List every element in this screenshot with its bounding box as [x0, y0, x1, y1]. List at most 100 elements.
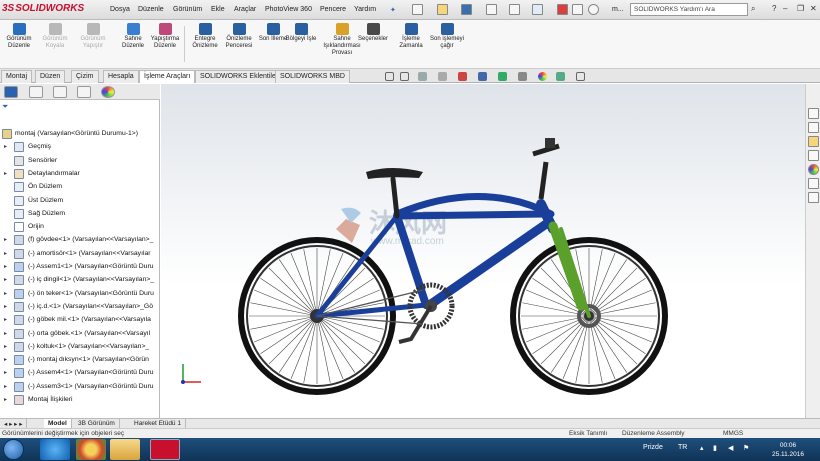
tree-toggle-icon[interactable]: ▸: [4, 369, 12, 376]
tree-toggle-icon[interactable]: ▸: [4, 290, 12, 297]
pin-icon[interactable]: ✦: [390, 6, 396, 14]
file-explorer-taskbar-icon[interactable]: [110, 439, 140, 460]
tray-label[interactable]: Prizde: [643, 444, 663, 451]
tree-item[interactable]: ▸ Detaylandırmalar: [4, 168, 158, 181]
tree-item[interactable]: montaj (Varsayılan<Görüntü Durumu-1>): [2, 128, 157, 141]
user-menu[interactable]: m...: [612, 6, 624, 13]
tree-item[interactable]: Üst Düzlem: [4, 195, 158, 208]
command-tab-1[interactable]: Düzen: [35, 70, 66, 83]
command-tab-5[interactable]: SOLIDWORKS Eklentileri: [195, 70, 285, 83]
tree-item[interactable]: ▸ (-) iç.d.<1> (Varsayılan<<Varsayılan>_G…: [4, 301, 158, 314]
internet-explorer-icon[interactable]: [40, 439, 70, 460]
ribbon-button-11[interactable]: İşleme Zamanla: [394, 23, 428, 50]
tree-item[interactable]: ▸ (-) ön teker<1> (Varsayılan<Görüntü Dur…: [4, 288, 158, 301]
gear-icon[interactable]: [588, 4, 599, 15]
tree-item[interactable]: ▸ (-) Assem4<1> (Varsayılan<Görüntü Duru: [4, 367, 158, 380]
hide-show-items-icon[interactable]: [518, 72, 527, 81]
ribbon-button-0[interactable]: Görünüm Düzenle: [2, 23, 36, 50]
flag-icon[interactable]: ⚑: [743, 444, 749, 452]
tree-toggle-icon[interactable]: ▸: [4, 316, 12, 323]
menu-view[interactable]: Görünüm: [173, 6, 202, 13]
ribbon-button-8[interactable]: Bölgeyi İşle: [284, 23, 318, 43]
status-units[interactable]: MMGS: [723, 430, 743, 437]
design-library-icon[interactable]: [808, 122, 819, 133]
display-style-icon[interactable]: [498, 72, 507, 81]
tree-toggle-icon[interactable]: ▸: [4, 236, 12, 243]
display-manager-tab-icon[interactable]: [101, 86, 115, 98]
ribbon-button-12[interactable]: Son işlemeyi çağır: [430, 23, 464, 50]
tree-toggle-icon[interactable]: ▸: [4, 383, 12, 390]
menu-tools[interactable]: Araçlar: [234, 6, 256, 13]
command-tab-4[interactable]: İşleme Araçları: [139, 70, 196, 83]
network-icon[interactable]: ▮: [713, 444, 717, 452]
tree-toggle-icon[interactable]: ▸: [4, 143, 12, 150]
tree-toggle-icon[interactable]: ▸: [4, 170, 12, 177]
property-manager-tab-icon[interactable]: [29, 86, 43, 98]
section-view-icon[interactable]: [438, 72, 447, 81]
menu-help[interactable]: Yardım: [354, 6, 376, 13]
tree-toggle-icon[interactable]: ▸: [4, 330, 12, 337]
ribbon-button-6[interactable]: Önizleme Penceresi: [222, 23, 256, 50]
command-tab-0[interactable]: Montaj: [1, 70, 33, 83]
zoom-to-fit-icon[interactable]: [385, 72, 394, 81]
ribbon-button-3[interactable]: Sahne Düzenle: [116, 23, 150, 50]
menu-photoview[interactable]: PhotoView 360: [265, 6, 312, 13]
menu-edit[interactable]: Düzenle: [138, 6, 164, 13]
custom-properties-icon[interactable]: [808, 178, 819, 189]
solidworks-logo[interactable]: 3SSOLIDWORKS: [2, 3, 84, 14]
volume-icon[interactable]: ◀: [728, 444, 733, 452]
help-icon[interactable]: ?: [772, 4, 776, 13]
taskbar-clock[interactable]: 00:06 25.11.2016: [758, 441, 818, 459]
tree-item[interactable]: ▸ (-) Assem3<1> (Varsayılan<Görüntü Duru: [4, 381, 158, 394]
tree-item[interactable]: ▸ (-) Assem1<1> (Varsayılan<Görüntü Duru: [4, 261, 158, 274]
command-tab-3[interactable]: Hesapla: [103, 70, 139, 83]
tree-item[interactable]: Sağ Düzlem: [4, 208, 158, 221]
command-tab-6[interactable]: SOLIDWORKS MBD: [275, 70, 350, 83]
tree-toggle-icon[interactable]: ▸: [4, 356, 12, 363]
tree-item[interactable]: ▸ (-) koltuk<1> (Varsayılan<<Varsayılan>_: [4, 341, 158, 354]
new-document-icon[interactable]: [412, 4, 423, 15]
tree-item[interactable]: ▸ Montaj İlişkileri: [4, 394, 158, 407]
tree-item[interactable]: ▸ (-) amortisör<1> (Varsayılan<<Varsayıla…: [4, 248, 158, 261]
configuration-manager-tab-icon[interactable]: [53, 86, 67, 98]
dynamic-annotation-icon[interactable]: [458, 72, 467, 81]
tree-item[interactable]: ▸ Geçmiş: [4, 141, 158, 154]
graphics-area[interactable]: 沐风网 www.mfcad.com: [161, 84, 805, 418]
help-search-input[interactable]: SOLIDWORKS Yardım'ı Ara: [630, 3, 748, 16]
tree-item[interactable]: Orijin: [4, 221, 158, 234]
minimize-button[interactable]: –: [783, 4, 787, 13]
command-tab-2[interactable]: Çizim: [71, 70, 99, 83]
zoom-area-icon[interactable]: [400, 72, 409, 81]
tree-toggle-icon[interactable]: ▸: [4, 396, 12, 403]
tree-item[interactable]: ▸ (-) orta göbek.<1> (Varsayılan<<Varsayı…: [4, 328, 158, 341]
file-properties-icon[interactable]: [572, 4, 583, 15]
tree-toggle-icon[interactable]: ▸: [4, 250, 12, 257]
save-icon[interactable]: [461, 4, 472, 15]
menu-file[interactable]: Dosya: [110, 6, 130, 13]
traffic-light-icon[interactable]: [557, 4, 568, 15]
file-explorer-icon[interactable]: [808, 136, 819, 147]
tree-item[interactable]: ▸ (-) iç dingil<1> (Varsayılan<<Varsayıla…: [4, 274, 158, 287]
previous-view-icon[interactable]: [418, 72, 427, 81]
tree-item[interactable]: Ön Düzlem: [4, 181, 158, 194]
apply-scene-icon[interactable]: [556, 72, 565, 81]
tree-item[interactable]: ▸ (-) montaj dıksyn<1> (Varsayılan<Görün: [4, 354, 158, 367]
filter-icon[interactable]: ⏷: [2, 102, 16, 112]
menu-insert[interactable]: Ekle: [211, 6, 225, 13]
open-folder-icon[interactable]: [437, 4, 448, 15]
language-indicator[interactable]: TR: [678, 444, 687, 451]
tree-item[interactable]: Sensörler: [4, 155, 158, 168]
chrome-icon[interactable]: [76, 439, 106, 460]
ribbon-button-4[interactable]: Yapıştırma Düzenle: [148, 23, 182, 50]
solidworks-resources-icon[interactable]: [808, 108, 819, 119]
search-icon[interactable]: ⌕: [751, 4, 755, 14]
select-arrow-icon[interactable]: [532, 4, 543, 15]
solidworks-taskbar-icon[interactable]: [150, 439, 180, 460]
ribbon-button-1[interactable]: Görünüm Koyala: [38, 23, 72, 50]
view-palette-icon[interactable]: [808, 150, 819, 161]
edit-appearance-icon[interactable]: [538, 72, 547, 81]
view-settings-icon[interactable]: [576, 72, 585, 81]
dimxpert-tab-icon[interactable]: [77, 86, 91, 98]
ribbon-button-10[interactable]: Seçenekler: [356, 23, 390, 43]
tree-item[interactable]: ▸ (f) gövdee<1> (Varsayılan<<Varsayılan>_: [4, 234, 158, 247]
